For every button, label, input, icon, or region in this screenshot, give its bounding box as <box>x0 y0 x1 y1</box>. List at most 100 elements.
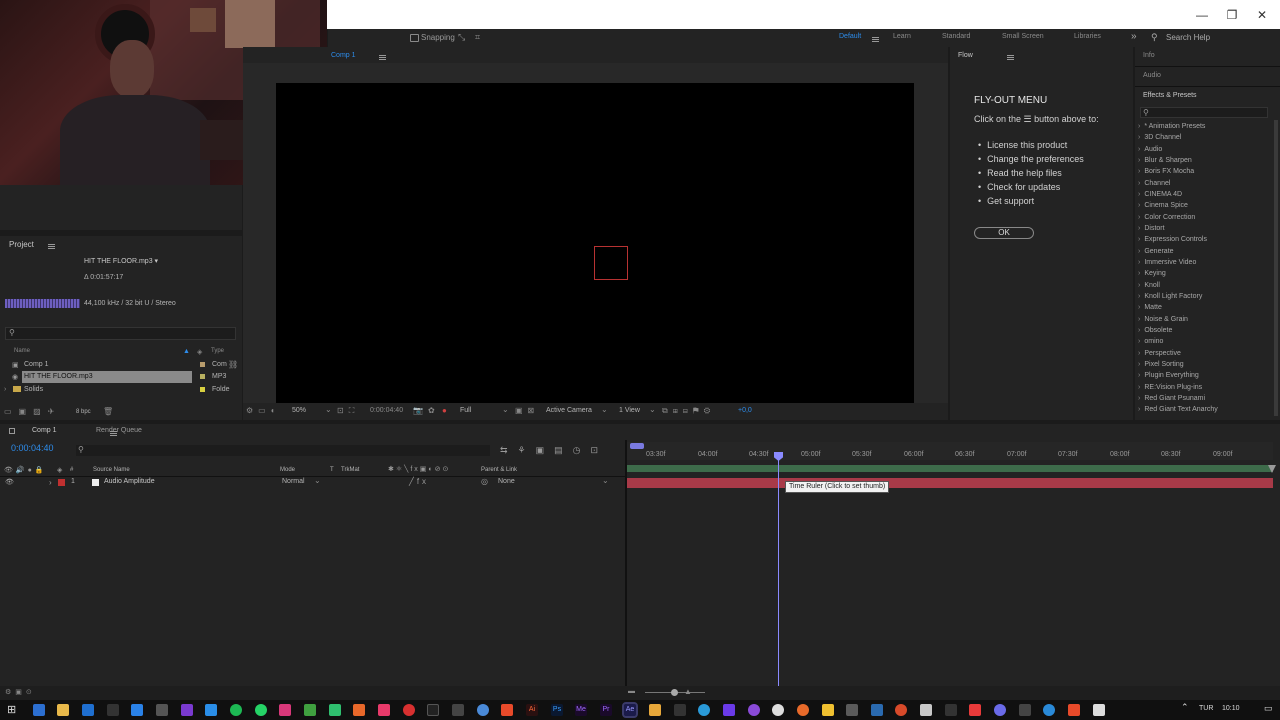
steam-icon[interactable] <box>871 704 883 716</box>
timeline-switch-icons[interactable]: ⇆⚘▣▤◷⊡ <box>500 445 608 456</box>
column-source-name[interactable]: Source Name <box>93 467 130 473</box>
effects-scrollbar[interactable] <box>1274 120 1278 416</box>
effect-category[interactable]: omino <box>1138 338 1163 345</box>
ok-button[interactable]: OK <box>974 227 1034 239</box>
app-icon[interactable] <box>501 704 513 716</box>
layer-label-color[interactable] <box>58 479 65 486</box>
layer-mode-dropdown[interactable]: Normal <box>282 478 305 485</box>
comp-tab[interactable]: Comp 1 <box>331 52 356 59</box>
whatsapp-icon[interactable] <box>255 704 267 716</box>
app-icon[interactable] <box>181 704 193 716</box>
roi-icons[interactable]: ▣⊠ <box>515 406 539 415</box>
app-icon[interactable] <box>477 704 489 716</box>
app-icon[interactable] <box>1093 704 1105 716</box>
effect-category[interactable]: Expression Controls <box>1138 236 1207 243</box>
effect-category[interactable]: Boris FX Mocha <box>1138 168 1194 175</box>
effect-category[interactable]: Blur & Sharpen <box>1138 157 1191 164</box>
color-channel-icon[interactable]: ● <box>442 406 447 415</box>
chevron-down-icon[interactable]: ⌄ <box>502 405 509 414</box>
app-icon[interactable] <box>304 704 316 716</box>
effect-category[interactable]: * Animation Presets <box>1138 123 1205 130</box>
zoom-in-icon[interactable]: ▲ <box>684 687 692 696</box>
chevron-down-icon[interactable]: ⌄ <box>602 476 609 485</box>
windows-start-icon[interactable]: ⊞ <box>7 704 16 716</box>
app-icon[interactable] <box>649 704 661 716</box>
discord-icon[interactable] <box>994 704 1006 716</box>
views-dropdown[interactable]: 1 View <box>619 407 640 414</box>
camera-snapshot-icon[interactable]: 📷 <box>413 406 423 415</box>
effect-category[interactable]: Knoll Light Factory <box>1138 293 1202 300</box>
effect-category[interactable]: Immersive Video <box>1138 259 1196 266</box>
effect-category[interactable]: Red Giant Psunami <box>1138 395 1205 402</box>
expand-arrow-icon[interactable]: › <box>49 478 52 487</box>
photoshop-icon[interactable]: Ps <box>551 704 563 716</box>
info-tab[interactable]: Info <box>1143 52 1155 59</box>
file-explorer-icon[interactable] <box>57 704 69 716</box>
label-tag-icon[interactable]: ◈ <box>197 348 202 356</box>
timeline-tab-comp[interactable]: Comp 1 <box>32 427 57 434</box>
effect-category[interactable]: Obsolete <box>1138 327 1172 334</box>
av-features-icons[interactable]: 👁🔊●🔒 <box>4 466 47 474</box>
effect-category[interactable]: Audio <box>1138 146 1162 153</box>
column-parent-link[interactable]: Parent & Link <box>481 467 517 473</box>
chevron-down-icon[interactable]: ⌄ <box>649 405 656 414</box>
effect-category[interactable]: Pixel Sorting <box>1138 361 1183 368</box>
column-type[interactable]: Type <box>211 348 224 354</box>
effect-category[interactable]: Red Giant Text Anarchy <box>1138 406 1217 413</box>
workspace-menu-icon[interactable] <box>872 37 879 43</box>
after-effects-icon[interactable]: Ae <box>622 702 638 718</box>
app-icon[interactable] <box>945 704 957 716</box>
app-icon[interactable] <box>1019 704 1031 716</box>
effect-category[interactable]: Generate <box>1138 248 1173 255</box>
effect-category[interactable]: CINEMA 4D <box>1138 191 1182 198</box>
viewer-icons-left[interactable]: ⚙▭◐ <box>246 406 281 415</box>
workspace-small-screen[interactable]: Small Screen <box>1002 33 1044 40</box>
media-encoder-icon[interactable]: Me <box>575 704 587 716</box>
app-icon[interactable] <box>797 704 809 716</box>
effect-category[interactable]: Perspective <box>1138 350 1181 357</box>
effect-category[interactable]: Knoll <box>1138 282 1160 289</box>
column-trkmat[interactable]: TrkMat <box>341 467 359 473</box>
viewer-timecode[interactable]: 0:00:04:40 <box>370 407 403 414</box>
zoom-out-icon[interactable]: ▬ <box>628 688 635 695</box>
layer-duration-bar[interactable] <box>627 478 1273 488</box>
effect-category[interactable]: Noise & Grain <box>1138 316 1188 323</box>
region-icons[interactable]: ⊡⛶ <box>337 406 359 416</box>
resolution-dropdown[interactable]: Full <box>460 407 471 414</box>
notification-icon[interactable]: ▭ <box>1264 703 1273 714</box>
project-footer-icons[interactable]: ▭▣▨✈ <box>4 407 61 416</box>
app-icon[interactable] <box>452 704 464 716</box>
search-help-input[interactable]: Search Help <box>1166 33 1210 42</box>
app-icon[interactable] <box>378 704 390 716</box>
parent-dropdown[interactable]: None <box>498 478 515 485</box>
timeline-tab-render-queue[interactable]: Render Queue <box>96 427 142 434</box>
effect-category[interactable]: Color Correction <box>1138 214 1195 221</box>
app-icon[interactable] <box>33 704 45 716</box>
exposure-value[interactable]: +0,0 <box>738 407 752 414</box>
timeline-footer-icons[interactable]: ⚙▣⊙ <box>5 688 36 696</box>
work-area-handle[interactable] <box>630 443 644 449</box>
flowchart-icon[interactable]: ⛓ <box>228 360 238 369</box>
composition-viewer[interactable] <box>276 83 914 403</box>
premiere-icon[interactable]: Pr <box>600 704 612 716</box>
flow-menu-icon[interactable] <box>1006 55 1014 61</box>
workspace-learn[interactable]: Learn <box>893 33 911 40</box>
effect-category[interactable]: Channel <box>1138 180 1170 187</box>
workspace-standard[interactable]: Standard <box>942 33 970 40</box>
app-icon[interactable] <box>969 704 981 716</box>
grid-icon[interactable]: ⌗ <box>475 32 480 43</box>
app-icon[interactable] <box>748 704 760 716</box>
instagram-icon[interactable] <box>279 704 291 716</box>
show-snapshot-icon[interactable]: ✿ <box>428 406 435 415</box>
layer-switch-icons[interactable]: ╱fx <box>409 477 429 486</box>
trash-icon[interactable]: 🗑 <box>103 407 113 416</box>
app-icon[interactable] <box>353 704 365 716</box>
app-icon[interactable] <box>156 704 168 716</box>
column-name[interactable]: Name <box>14 348 30 354</box>
close-button[interactable]: ✕ <box>1240 0 1280 29</box>
spotify-icon[interactable] <box>230 704 242 716</box>
illustrator-icon[interactable]: Ai <box>526 704 538 716</box>
workspace-default[interactable]: Default <box>839 33 861 40</box>
visibility-eye-icon[interactable]: 👁 <box>5 478 14 486</box>
app-icon[interactable] <box>846 704 858 716</box>
